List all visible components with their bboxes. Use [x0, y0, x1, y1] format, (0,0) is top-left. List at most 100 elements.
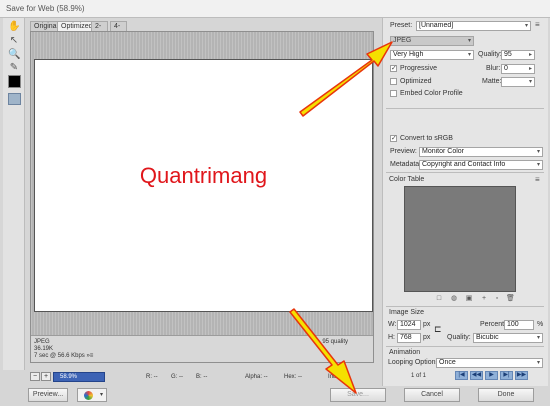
title-bar: Save for Web (58.9%): [0, 0, 550, 18]
progressive-checkbox[interactable]: ✓: [390, 65, 397, 72]
status-bar: − + 58.9% R: -- G: -- B: -- Alpha: -- He…: [28, 370, 378, 383]
index-readout: Index: --: [328, 374, 351, 380]
done-button[interactable]: Done: [478, 388, 534, 402]
quality-value: 95: [504, 51, 512, 58]
percent-input[interactable]: 100: [504, 320, 534, 330]
info-quality: 95 quality: [322, 339, 348, 345]
next-frame-icon[interactable]: ▶|: [500, 371, 513, 380]
download-time-menu-icon[interactable]: »≡: [86, 353, 93, 359]
chevron-down-icon: ▾: [536, 149, 540, 155]
resample-quality-value: Bicubic: [476, 334, 499, 341]
metadata-select[interactable]: Copyright and Contact Info ▾: [419, 160, 543, 170]
first-frame-icon[interactable]: |◀: [455, 371, 468, 380]
watermark-text: Quantrimang: [139, 163, 268, 188]
info-format: JPEG: [34, 339, 50, 345]
preview-button[interactable]: Preview...: [28, 388, 68, 402]
quality-input[interactable]: 95 ▸: [501, 50, 535, 60]
looping-options-label: Looping Options:: [388, 359, 441, 366]
panel-divider: [386, 306, 544, 307]
lock-color-icon[interactable]: ▣: [465, 295, 473, 302]
toggle-slices-icon[interactable]: [8, 93, 21, 105]
add-color-icon[interactable]: +: [480, 295, 488, 302]
map-color-icon[interactable]: □: [435, 295, 443, 302]
new-color-icon[interactable]: ▫: [493, 295, 501, 302]
image-size-title: Image Size: [389, 309, 425, 316]
frame-counter: 1 of 1: [411, 373, 427, 379]
optimized-checkbox[interactable]: [390, 78, 397, 85]
file-format-value: JPEG: [393, 37, 412, 44]
color-table-title: Color Table: [389, 176, 425, 183]
chevron-down-icon: ▾: [536, 360, 540, 366]
last-frame-icon[interactable]: ▶▶: [515, 371, 528, 380]
save-button[interactable]: Save...: [330, 388, 386, 402]
zoom-tool-icon[interactable]: 🔍: [8, 49, 20, 61]
height-label: H:: [388, 334, 395, 341]
color-table-menu-icon[interactable]: ≡: [535, 175, 540, 184]
slice-select-tool-icon[interactable]: ↖: [8, 35, 20, 47]
web-shift-icon[interactable]: ◍: [450, 295, 458, 302]
width-unit: px: [423, 321, 431, 328]
width-label: W:: [388, 321, 397, 328]
preset-select[interactable]: [Unnamed] ▾: [416, 21, 531, 31]
embed-color-profile-label: Embed Color Profile: [400, 90, 463, 97]
preset-value: [Unnamed]: [419, 22, 454, 29]
convert-srgb-checkbox[interactable]: ✓: [390, 135, 397, 142]
red-readout: R: --: [146, 374, 158, 380]
percent-label: Percent:: [480, 321, 507, 328]
color-table-grid[interactable]: [404, 186, 516, 292]
blur-input[interactable]: 0 ▸: [501, 64, 535, 74]
panel-divider: [386, 346, 544, 347]
eyedropper-tool-icon[interactable]: ✎: [8, 62, 20, 74]
preview-value: Monitor Color: [422, 148, 465, 155]
zoom-out-button[interactable]: −: [30, 372, 40, 381]
percent-value: 100: [507, 321, 519, 328]
resample-quality-select[interactable]: Bicubic ▾: [473, 333, 543, 343]
info-download-time: 7 sec @ 56.6 Kbps: [34, 353, 85, 359]
file-format-select[interactable]: JPEG ▾: [390, 36, 474, 46]
preview-select[interactable]: Monitor Color ▾: [419, 147, 543, 157]
green-readout: G: --: [171, 374, 183, 380]
width-input[interactable]: 1024: [397, 320, 421, 330]
chevron-down-icon: ▾: [528, 79, 532, 85]
chevron-down-icon: ▾: [467, 52, 471, 58]
embed-color-profile-checkbox[interactable]: [390, 90, 397, 97]
previous-frame-icon[interactable]: ◀◀: [470, 371, 483, 380]
height-input[interactable]: 768: [397, 333, 421, 343]
chevron-down-icon: ▾: [536, 162, 540, 168]
preset-label: Preset:: [390, 22, 413, 29]
play-icon[interactable]: ▶: [485, 371, 498, 380]
link-chain-icon[interactable]: ⊏: [434, 324, 442, 335]
looping-options-select[interactable]: Once ▾: [436, 358, 543, 368]
width-value: 1024: [400, 321, 416, 328]
alpha-readout: Alpha: --: [245, 374, 268, 380]
trash-icon[interactable]: 🗑: [506, 295, 515, 302]
metadata-label: Metadata:: [390, 161, 422, 168]
blur-value: 0: [504, 65, 508, 72]
zoom-level-field[interactable]: 58.9%: [53, 372, 105, 382]
optimized-info-bar: JPEG 36.19K 7 sec @ 56.6 Kbps »≡ 95 qual…: [31, 335, 373, 362]
cancel-button[interactable]: Cancel: [404, 388, 460, 402]
metadata-value: Copyright and Contact Info: [422, 161, 506, 168]
info-file-size: 36.19K: [34, 346, 54, 352]
optimized-label: Optimized: [400, 78, 432, 85]
panel-divider: [386, 172, 544, 173]
settings-menu-icon[interactable]: ≡: [535, 20, 540, 29]
compression-quality-select[interactable]: Very High ▾: [390, 50, 474, 60]
looping-options-value: Once: [439, 359, 456, 366]
matte-select[interactable]: ▾: [501, 77, 535, 87]
image-canvas[interactable]: Quantrimang: [34, 59, 373, 312]
progressive-label: Progressive: [400, 65, 437, 72]
preview-browser-button[interactable]: ▾: [77, 388, 107, 402]
convert-srgb-label: Convert to sRGB: [400, 135, 453, 142]
animation-title: Animation: [389, 349, 421, 356]
tab-4-up[interactable]: 4-Up: [110, 21, 127, 40]
eyedropper-color-swatch[interactable]: [8, 75, 21, 88]
hand-tool-icon[interactable]: ✋: [8, 21, 20, 33]
tab-2-up[interactable]: 2-Up: [91, 21, 108, 40]
preview-label: Preview:: [390, 148, 417, 155]
compression-quality-value: Very High: [393, 51, 424, 58]
chevron-down-icon: ▾: [467, 38, 471, 44]
animation-controls: |◀ ◀◀ ▶ ▶| ▶▶: [455, 371, 543, 380]
zoom-in-button[interactable]: +: [41, 372, 51, 381]
matte-label: Matte:: [482, 78, 502, 85]
